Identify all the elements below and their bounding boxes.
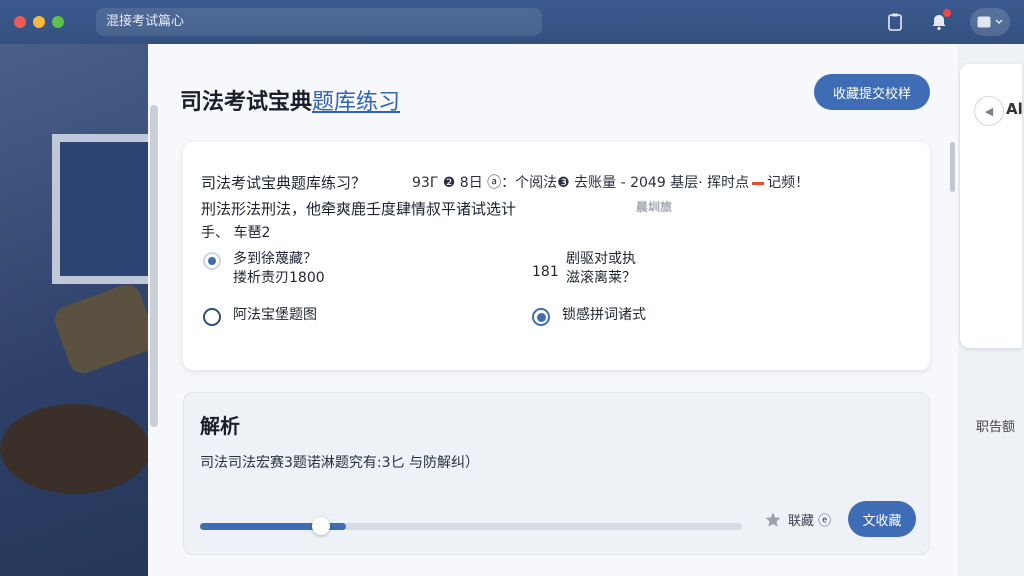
close-window-button[interactable] [14,16,26,28]
profile-icon [977,16,991,28]
question-title: 司法考试宝典题库练习？ [201,174,367,192]
question-body: 刑法形法刑法，他牵爽鹿壬度肆情叔平诸试选计 [201,200,517,218]
gavel-base-image [0,404,148,494]
address-text: 混接考试篇心 [106,14,185,29]
analysis-text: 司法司法宏赛3题诺淋题究有:3匕 与防解纠） [200,455,479,471]
option-b-line2: 滋滚离莱？ [566,270,636,286]
window-controls [14,16,64,28]
option-a-radio[interactable] [203,252,221,270]
title-bar: 混接考试篇心 [0,0,1024,44]
option-b-number: 181 [532,264,559,280]
option-b-line1: 剧驱对或执 [566,251,636,267]
meta-divider [752,181,765,185]
minimize-window-button[interactable] [33,16,45,28]
question-meta-text: 93Г ❷ 8日 ⓐ：个阅法❸ 去账量 - 2049 基层· 挥时点 [412,175,750,191]
option-d-radio[interactable] [532,308,550,326]
right-side-panel: ◀ Al [958,44,1024,576]
analysis-card [183,392,930,555]
analysis-title: 解析 [200,414,240,438]
notification-badge [943,9,951,17]
add-favorite-button[interactable]: 文收藏 [848,501,916,537]
page-title: 司法考试宝典题库练习 [180,84,400,116]
question-meta-tail: 记频！ [767,175,810,191]
collect-submit-button[interactable]: 收藏提交校样 [814,74,930,110]
notification-bell-icon[interactable] [926,9,952,35]
question-tag: 晨圳旅 [636,200,673,214]
clipboard-icon[interactable] [882,9,908,35]
option-a[interactable]: 多到徐蔑藏？ 搂析责刃1800 [203,250,325,288]
option-a-line1: 多到徐蔑藏？ [233,251,317,267]
background-frame [52,134,148,284]
progress-track[interactable] [200,517,742,535]
favorite-toggle[interactable]: 联藏 ⓔ [764,510,831,529]
option-b[interactable]: 剧驱对或执 滋滚离莱？ [566,250,636,288]
favorite-label: 联藏 ⓔ [788,514,832,529]
account-menu-button[interactable] [970,8,1010,36]
page-title-prefix: 司法考试宝典 [180,90,313,115]
option-c-radio[interactable] [203,308,221,326]
option-c-label: 阿法宝堡题图 [233,307,317,323]
side-text: 职告额 [976,420,1016,435]
question-meta: 93Г ❷ 8日 ⓐ：个阅法❸ 去账量 - 2049 基层· 挥时点 记频！ [412,172,809,192]
gavel-image [50,280,148,378]
option-d[interactable]: 锁感拼词诸式 [532,306,646,326]
option-a-line2: 搂析责刃1800 [233,270,325,286]
chevron-down-icon [995,19,1003,24]
peek-card[interactable]: ◀ Al [960,64,1023,348]
left-scrollbar[interactable] [150,105,158,427]
address-bar[interactable]: 混接考试篇心 [96,8,542,36]
peek-logo-icon: ◀ [974,96,1004,126]
question-subline: 手、 车琶2 [201,225,271,241]
background-photo [0,44,148,576]
option-d-label: 锁感拼词诸式 [562,307,646,323]
option-c[interactable]: 阿法宝堡题图 [203,306,317,326]
content-scrollbar[interactable] [950,142,955,192]
question-bank-link[interactable]: 题库练习 [312,90,400,115]
maximize-window-button[interactable] [52,16,64,28]
peek-label: Al [1006,100,1023,118]
star-icon [765,512,781,527]
